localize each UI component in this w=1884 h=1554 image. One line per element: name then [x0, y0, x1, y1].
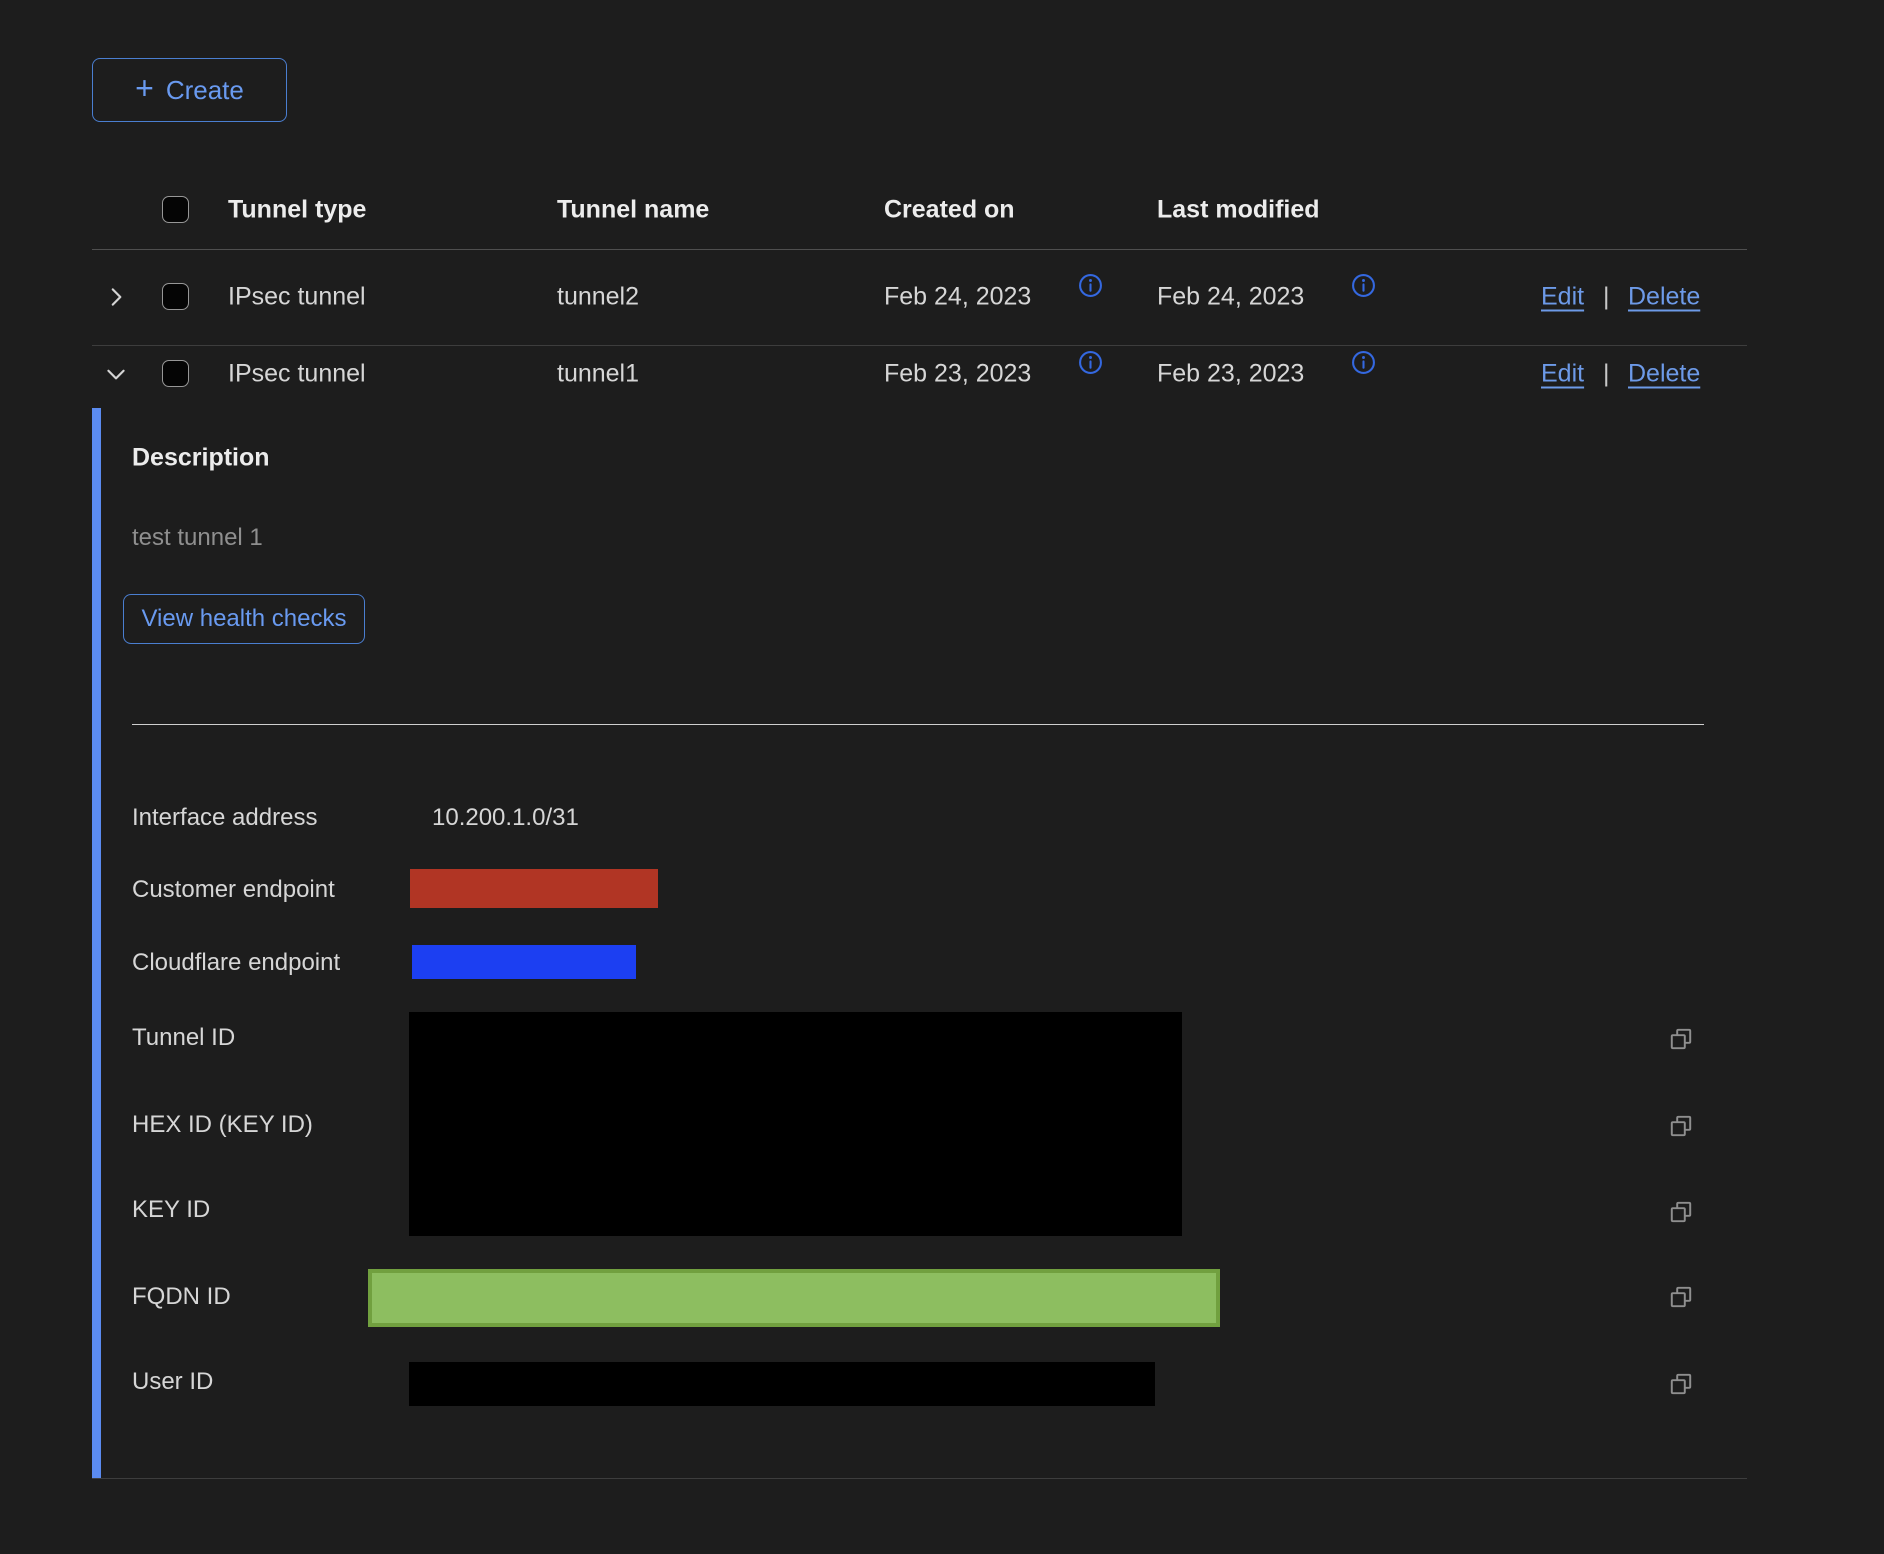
fqdn-id-label: FQDN ID [132, 1283, 231, 1311]
column-header-tunnel-name: Tunnel name [557, 196, 709, 225]
copy-icon[interactable] [1668, 1199, 1694, 1225]
delete-link[interactable]: Delete [1628, 283, 1700, 312]
tunnel-id-label: Tunnel ID [132, 1024, 235, 1052]
copy-icon[interactable] [1668, 1113, 1694, 1139]
edit-link[interactable]: Edit [1541, 283, 1584, 312]
cloudflare-endpoint-label: Cloudflare endpoint [132, 949, 340, 977]
user-id-redacted-value [409, 1362, 1155, 1406]
fqdn-id-redacted-value [368, 1269, 1220, 1327]
cloudflare-endpoint-redacted-value [412, 945, 636, 979]
copy-icon[interactable] [1668, 1371, 1694, 1397]
action-separator: | [1603, 360, 1610, 389]
plus-icon: + [135, 72, 154, 104]
edit-link[interactable]: Edit [1541, 360, 1584, 389]
detail-section-divider [132, 724, 1704, 725]
tunnels-page: + Create Tunnel type Tunnel name Created… [0, 0, 1884, 1554]
view-health-checks-button[interactable]: View health checks [123, 594, 365, 644]
info-icon[interactable] [1351, 350, 1376, 375]
select-all-checkbox[interactable] [162, 196, 189, 223]
tunnel-type-cell: IPsec tunnel [228, 283, 366, 312]
customer-endpoint-label: Customer endpoint [132, 876, 335, 904]
description-value: test tunnel 1 [132, 524, 263, 552]
column-header-created-on: Created on [884, 196, 1015, 225]
info-icon[interactable] [1078, 350, 1103, 375]
delete-link[interactable]: Delete [1628, 360, 1700, 389]
tunnel-name-cell: tunnel2 [557, 283, 639, 312]
chevron-right-icon[interactable] [103, 284, 129, 310]
row-divider [92, 345, 1747, 346]
tunnel-type-cell: IPsec tunnel [228, 360, 366, 389]
row-checkbox[interactable] [162, 360, 189, 387]
info-icon[interactable] [1351, 273, 1376, 298]
created-on-cell: Feb 23, 2023 [884, 360, 1031, 389]
column-header-last-modified: Last modified [1157, 196, 1320, 225]
last-modified-cell: Feb 24, 2023 [1157, 283, 1304, 312]
interface-address-label: Interface address [132, 804, 317, 832]
chevron-down-icon[interactable] [103, 361, 129, 387]
last-modified-cell: Feb 23, 2023 [1157, 360, 1304, 389]
description-label: Description [132, 444, 270, 473]
row-checkbox[interactable] [162, 283, 189, 310]
header-divider [92, 249, 1747, 250]
ids-redacted-value [409, 1012, 1182, 1236]
customer-endpoint-redacted-value [410, 869, 658, 908]
expanded-row-accent-bar [92, 408, 101, 1478]
copy-icon[interactable] [1668, 1026, 1694, 1052]
interface-address-value: 10.200.1.0/31 [432, 804, 579, 832]
create-button-label: Create [166, 75, 244, 106]
info-icon[interactable] [1078, 273, 1103, 298]
view-health-checks-label: View health checks [141, 605, 346, 633]
created-on-cell: Feb 24, 2023 [884, 283, 1031, 312]
action-separator: | [1603, 283, 1610, 312]
hex-id-label: HEX ID (KEY ID) [132, 1111, 313, 1139]
copy-icon[interactable] [1668, 1284, 1694, 1310]
column-header-tunnel-type: Tunnel type [228, 196, 366, 225]
user-id-label: User ID [132, 1368, 213, 1396]
key-id-label: KEY ID [132, 1196, 210, 1224]
tunnel-name-cell: tunnel1 [557, 360, 639, 389]
row-divider [92, 1478, 1747, 1479]
create-button[interactable]: + Create [92, 58, 287, 122]
